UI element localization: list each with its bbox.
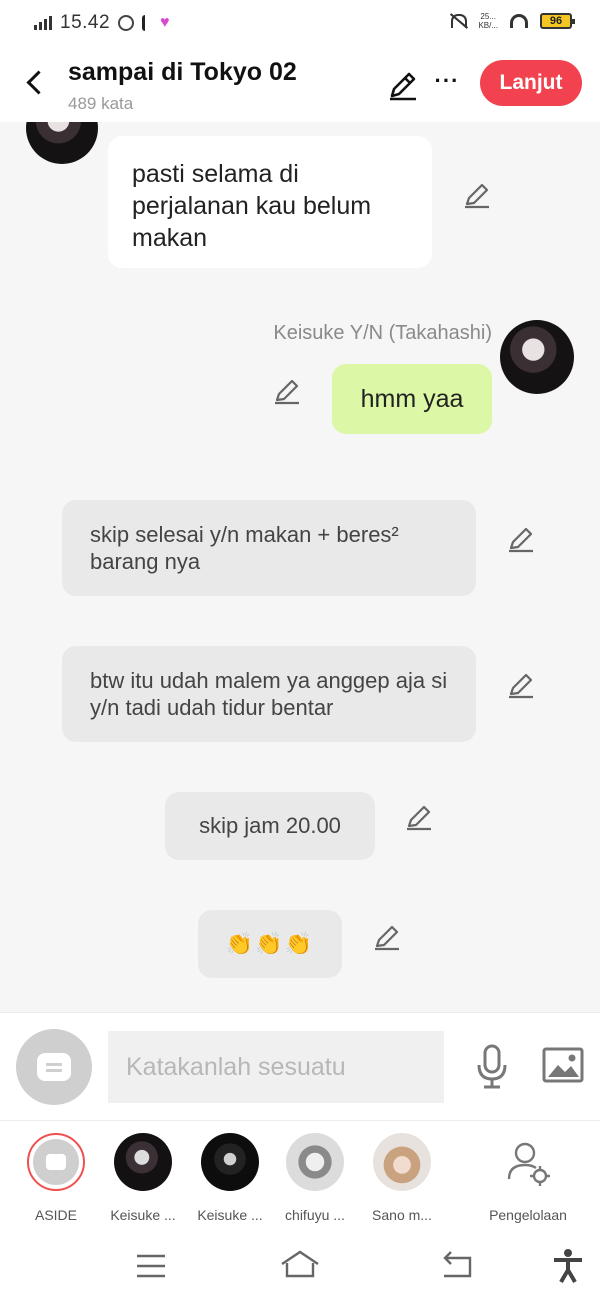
pencil-icon[interactable] <box>506 670 536 700</box>
character-label: chifuyu ... <box>285 1207 345 1223</box>
heart-app-icon: ♥ <box>160 14 170 31</box>
character-aside[interactable]: ASIDE <box>13 1133 99 1223</box>
message-text: pasti selama di perjalanan kau belum mak… <box>132 160 372 252</box>
message-bubble-incoming[interactable]: pasti selama di perjalanan kau belum mak… <box>108 136 432 268</box>
avatar[interactable] <box>26 122 98 164</box>
battery-indicator: 96 <box>540 13 575 29</box>
accessibility-icon[interactable] <box>548 1248 588 1284</box>
character-label: Keisuke ... <box>110 1207 176 1223</box>
story-title: sampai di Tokyo 02 <box>68 58 297 86</box>
whatsapp-icon <box>118 15 135 31</box>
user-settings-icon <box>499 1133 557 1191</box>
pencil-icon[interactable] <box>506 524 536 554</box>
aside-text: skip jam 20.00 <box>199 813 341 838</box>
microphone-icon[interactable] <box>474 1043 510 1091</box>
message-bubble-outgoing[interactable]: hmm yaa <box>332 364 492 434</box>
character-keisuke-2[interactable]: Keisuke ... <box>187 1133 273 1223</box>
aside-text: skip selesai y/n makan + beres² barang n… <box>90 522 399 574</box>
system-nav-bar <box>0 1232 600 1300</box>
character-sano[interactable]: Sano m... <box>359 1133 445 1223</box>
word-count: 489 kata <box>68 94 134 113</box>
back-icon[interactable] <box>438 1248 478 1284</box>
wifi-icon <box>510 14 528 28</box>
chevron-left-icon[interactable] <box>22 68 48 98</box>
avatar <box>286 1133 344 1191</box>
character-label: Keisuke ... <box>197 1207 263 1223</box>
character-chifuyu[interactable]: chifuyu ... <box>272 1133 358 1223</box>
composer-bar <box>0 1012 600 1120</box>
menu-icon[interactable] <box>131 1248 171 1284</box>
message-text: hmm yaa <box>360 385 464 413</box>
network-speed: 25... KB/... <box>478 12 498 30</box>
pencil-icon[interactable] <box>372 922 402 952</box>
avatar <box>114 1133 172 1191</box>
avatar <box>373 1133 431 1191</box>
muted-bell-icon <box>448 12 468 30</box>
aside-bubble[interactable]: skip jam 20.00 <box>165 792 375 860</box>
aside-bubble[interactable]: 👏👏👏 <box>198 910 342 978</box>
story-header: sampai di Tokyo 02 489 kata ··· Lanjut <box>0 46 600 122</box>
more-horizontal-icon[interactable]: ··· <box>432 70 462 98</box>
character-label: Pengelolaan <box>489 1207 567 1223</box>
avatar[interactable] <box>500 320 574 394</box>
image-icon[interactable] <box>542 1047 584 1083</box>
speaker-name: Keisuke Y/N (Takahashi) <box>273 322 492 344</box>
aside-avatar <box>27 1133 85 1191</box>
message-input[interactable] <box>108 1031 444 1103</box>
status-time: 15.42 <box>60 12 111 33</box>
character-label: ASIDE <box>34 1207 77 1223</box>
aside-bubble[interactable]: skip selesai y/n makan + beres² barang n… <box>62 500 476 596</box>
character-keisuke-1[interactable]: Keisuke ... <box>100 1133 186 1223</box>
tiktok-icon <box>142 15 152 31</box>
clapping-hands-emoji: 👏👏👏 <box>225 931 315 956</box>
chat-area[interactable]: pasti selama di perjalanan kau belum mak… <box>0 122 600 1012</box>
pencil-icon[interactable] <box>386 68 420 102</box>
character-bar: ASIDE Keisuke ... Keisuke ... chifuyu ..… <box>0 1120 600 1232</box>
aside-toggle-button[interactable] <box>16 1029 92 1105</box>
continue-button[interactable]: Lanjut <box>480 60 582 106</box>
character-label: Sano m... <box>372 1207 432 1223</box>
character-management[interactable]: Pengelolaan <box>478 1133 578 1223</box>
pencil-icon[interactable] <box>272 376 302 406</box>
status-bar: 15.42 ♥ 25... KB/... 96 <box>0 0 600 46</box>
pencil-icon[interactable] <box>462 180 492 210</box>
aside-bubble[interactable]: btw itu udah malem ya anggep aja si y/n … <box>62 646 476 742</box>
aside-text: btw itu udah malem ya anggep aja si y/n … <box>90 668 448 720</box>
home-icon[interactable] <box>280 1248 320 1284</box>
pencil-icon[interactable] <box>404 802 434 832</box>
signal-icon <box>34 16 52 30</box>
avatar <box>201 1133 259 1191</box>
